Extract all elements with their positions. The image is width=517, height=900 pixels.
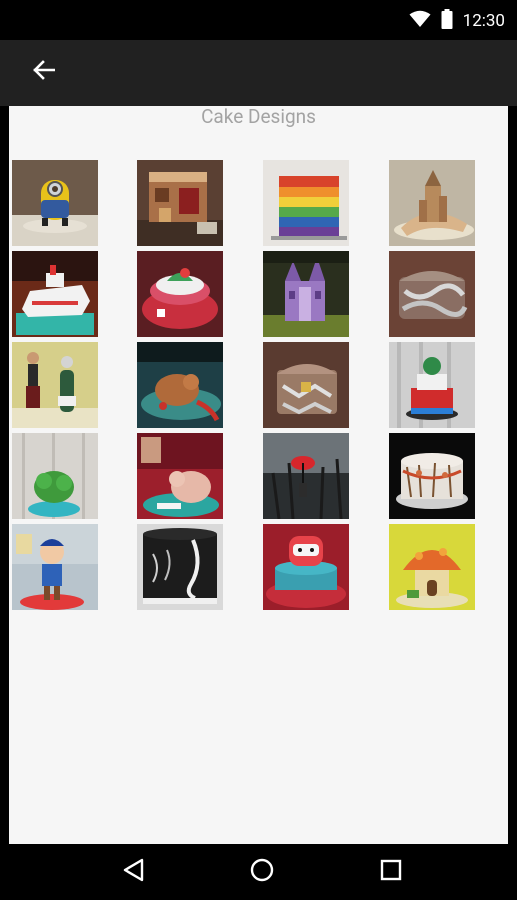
- cake-image-4[interactable]: [389, 160, 475, 246]
- cake-image-5[interactable]: [12, 251, 98, 337]
- cake-image-18[interactable]: [137, 524, 223, 610]
- cake-image-2[interactable]: [137, 160, 223, 246]
- cake-image-7[interactable]: [263, 251, 349, 337]
- status-icons: 12:30: [409, 9, 505, 33]
- back-button[interactable]: [26, 54, 62, 90]
- content-area[interactable]: Cake Designs: [9, 106, 508, 844]
- cake-image-20[interactable]: [389, 524, 475, 610]
- nav-home-button[interactable]: [244, 856, 280, 888]
- cake-image-1[interactable]: [12, 160, 98, 246]
- status-time: 12:30: [462, 11, 505, 31]
- navigation-bar: [0, 844, 517, 900]
- nav-recents-button[interactable]: [373, 856, 409, 888]
- home-circle-icon: [249, 857, 275, 887]
- cake-image-8[interactable]: [389, 251, 475, 337]
- cake-image-19[interactable]: [263, 524, 349, 610]
- battery-icon: [441, 9, 453, 33]
- arrow-left-icon: [33, 60, 56, 84]
- nav-back-button[interactable]: [116, 856, 152, 888]
- cake-image-12[interactable]: [389, 342, 475, 428]
- cake-image-16[interactable]: [389, 433, 475, 519]
- back-triangle-icon: [122, 858, 146, 886]
- cake-image-9[interactable]: [12, 342, 98, 428]
- wifi-icon: [409, 10, 431, 32]
- cake-image-11[interactable]: [263, 342, 349, 428]
- page-title: Cake Designs: [201, 105, 316, 128]
- cake-image-10[interactable]: [137, 342, 223, 428]
- toolbar: [0, 40, 517, 106]
- cake-image-13[interactable]: [12, 433, 98, 519]
- cake-image-15[interactable]: [263, 433, 349, 519]
- recents-square-icon: [379, 858, 403, 886]
- cake-image-6[interactable]: [137, 251, 223, 337]
- cake-image-17[interactable]: [12, 524, 98, 610]
- cake-image-14[interactable]: [137, 433, 223, 519]
- status-bar: 12:30: [0, 0, 517, 40]
- cake-image-3[interactable]: [263, 160, 349, 246]
